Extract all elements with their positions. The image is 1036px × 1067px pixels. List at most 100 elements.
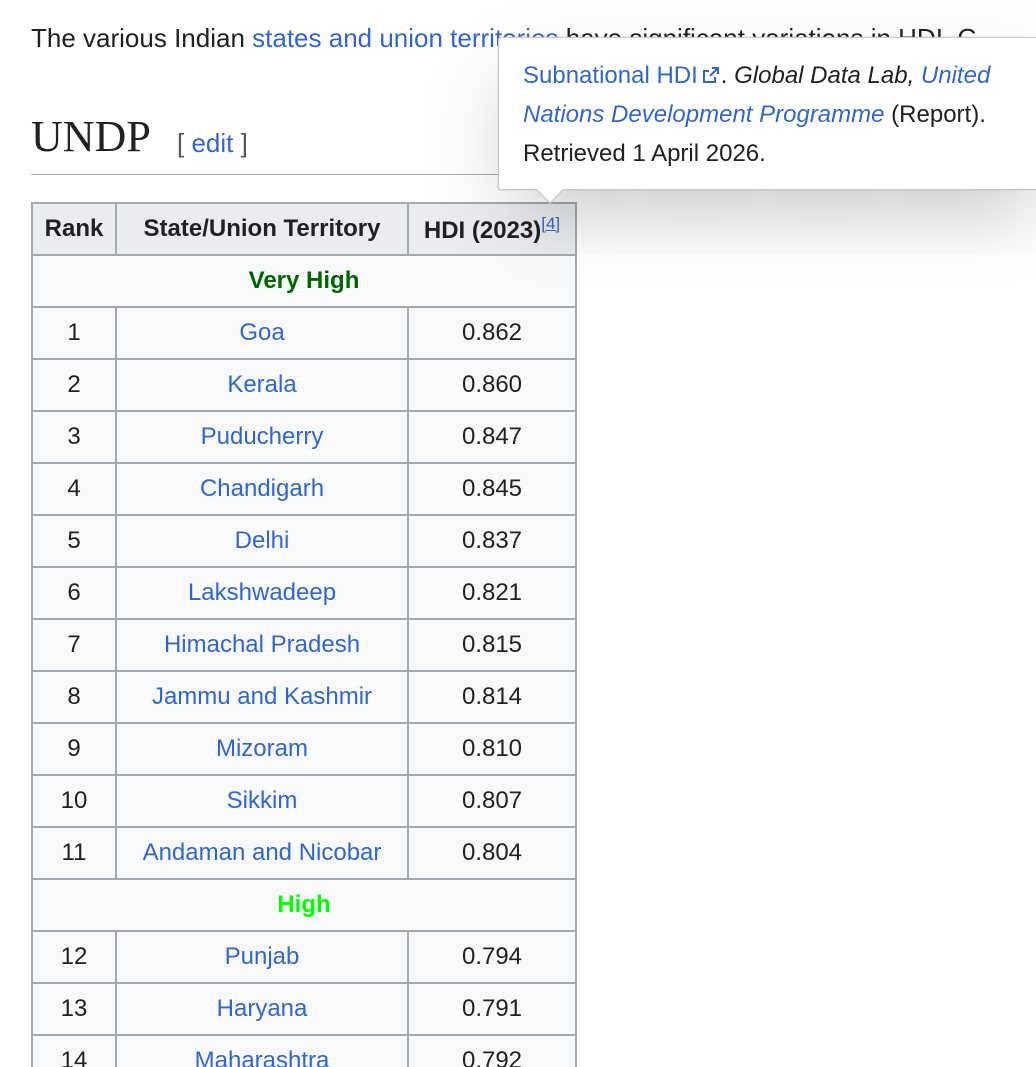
state-link[interactable]: Jammu and Kashmir <box>152 683 372 710</box>
hdi-cell: 0.837 <box>407 514 577 568</box>
section-title: UNDP <box>31 112 151 161</box>
state-link[interactable]: Delhi <box>235 527 290 554</box>
state-cell: Puducherry <box>115 410 409 464</box>
table-row: 13 Haryana 0.791 <box>31 982 577 1036</box>
state-link[interactable]: Punjab <box>225 943 300 970</box>
rank-cell: 8 <box>31 670 117 724</box>
table-row: 9 Mizoram 0.810 <box>31 722 577 776</box>
rank-cell: 4 <box>31 462 117 516</box>
state-cell: Jammu and Kashmir <box>115 670 409 724</box>
state-cell: Lakshwadeep <box>115 566 409 620</box>
rank-cell: 5 <box>31 514 117 568</box>
hdi-cell: 0.847 <box>407 410 577 464</box>
rank-cell: 3 <box>31 410 117 464</box>
table-row: 3 Puducherry 0.847 <box>31 410 577 464</box>
state-link[interactable]: Lakshwadeep <box>188 579 336 606</box>
edit-bracket-close: ] <box>240 128 248 158</box>
state-cell: Andaman and Nicobar <box>115 826 409 880</box>
rank-cell: 7 <box>31 618 117 672</box>
header-hdi-label: HDI (2023) <box>423 216 542 244</box>
reference-4-link[interactable]: [4] <box>541 214 560 233</box>
state-link[interactable]: Mizoram <box>216 735 308 762</box>
undp-link-part-2: Nations Development Programme <box>523 101 885 128</box>
hdi-cell: 0.791 <box>407 982 577 1036</box>
table-row: 7 Himachal Pradesh 0.815 <box>31 618 577 672</box>
table-body: Very High 1 Goa 0.862 2 Kerala 0.860 3 Puducherr… <box>31 254 577 1067</box>
header-state[interactable]: State/Union Territory <box>115 202 409 256</box>
header-hdi[interactable]: HDI (2023)[4] <box>407 202 577 256</box>
tooltip-sep-1: . <box>720 62 735 89</box>
subnational-hdi-link[interactable]: Subnational HDI <box>523 62 721 89</box>
publisher-name: Global Data Lab <box>734 62 908 89</box>
reference-superscript: [4] <box>541 214 560 233</box>
tier-label: High <box>31 878 577 932</box>
hdi-cell: 0.810 <box>407 722 577 776</box>
rank-cell: 13 <box>31 982 117 1036</box>
table-row: 12 Punjab 0.794 <box>31 930 577 984</box>
undp-link-continued[interactable]: Nations Development Programme <box>523 101 885 128</box>
rank-cell: 1 <box>31 306 117 360</box>
edit-section-link[interactable]: edit <box>191 128 233 158</box>
state-link[interactable]: Goa <box>239 319 284 346</box>
state-cell: Haryana <box>115 982 409 1036</box>
rank-cell: 2 <box>31 358 117 412</box>
table-row: 1 Goa 0.862 <box>31 306 577 360</box>
hdi-cell: 0.804 <box>407 826 577 880</box>
tier-row: Very High <box>31 254 577 308</box>
rank-cell: 11 <box>31 826 117 880</box>
tier-row: High <box>31 878 577 932</box>
state-link[interactable]: Himachal Pradesh <box>164 631 360 658</box>
state-cell: Maharashtra <box>115 1034 409 1067</box>
state-link[interactable]: Andaman and Nicobar <box>143 839 382 866</box>
tooltip-line-1: Subnational HDI. Global Data Lab, United <box>523 56 1033 95</box>
state-cell: Punjab <box>115 930 409 984</box>
state-cell: Delhi <box>115 514 409 568</box>
state-link[interactable]: Sikkim <box>227 787 298 814</box>
hdi-cell: 0.845 <box>407 462 577 516</box>
hdi-cell: 0.814 <box>407 670 577 724</box>
hdi-cell: 0.860 <box>407 358 577 412</box>
table-row: 14 Maharashtra 0.792 <box>31 1034 577 1067</box>
table-row: 2 Kerala 0.860 <box>31 358 577 412</box>
hdi-cell: 0.815 <box>407 618 577 672</box>
rank-cell: 6 <box>31 566 117 620</box>
table-row: 10 Sikkim 0.807 <box>31 774 577 828</box>
state-link[interactable]: Haryana <box>217 995 308 1022</box>
tooltip-arrow <box>535 188 565 204</box>
state-cell: Sikkim <box>115 774 409 828</box>
tooltip-line-3: Retrieved 1 April 2026. <box>523 134 1033 173</box>
table-row: 8 Jammu and Kashmir 0.814 <box>31 670 577 724</box>
header-rank[interactable]: Rank <box>31 202 117 256</box>
intro-prefix: The various Indian <box>31 23 253 53</box>
tooltip-sep-2: , <box>907 62 921 89</box>
table-row: 6 Lakshwadeep 0.821 <box>31 566 577 620</box>
state-link[interactable]: Maharashtra <box>195 1047 330 1067</box>
reference-tooltip: Subnational HDI. Global Data Lab, United… <box>498 37 1036 190</box>
state-cell: Chandigarh <box>115 462 409 516</box>
undp-link-part-1: United <box>920 62 991 89</box>
hdi-cell: 0.862 <box>407 306 577 360</box>
state-cell: Himachal Pradesh <box>115 618 409 672</box>
retrieved-date: Retrieved 1 April 2026. <box>523 140 766 167</box>
tooltip-line-2: Nations Development Programme (Report). <box>523 95 1033 134</box>
table-row: 5 Delhi 0.837 <box>31 514 577 568</box>
hdi-table: Rank State/Union Territory HDI (2023)[4]… <box>31 202 577 1067</box>
hdi-cell: 0.821 <box>407 566 577 620</box>
table-row: 11 Andaman and Nicobar 0.804 <box>31 826 577 880</box>
article-page: The various Indian states and union terr… <box>0 0 1036 1067</box>
state-cell: Goa <box>115 306 409 360</box>
rank-cell: 12 <box>31 930 117 984</box>
table-header-row: Rank State/Union Territory HDI (2023)[4] <box>31 202 577 256</box>
state-link[interactable]: Kerala <box>227 371 296 398</box>
edit-bracket-open: [ <box>177 128 185 158</box>
state-link[interactable]: Chandigarh <box>200 475 324 502</box>
hdi-cell: 0.792 <box>407 1034 577 1067</box>
state-link[interactable]: Puducherry <box>201 423 324 450</box>
external-link-icon <box>702 67 719 83</box>
undp-link[interactable]: United <box>921 62 990 89</box>
table-row: 4 Chandigarh 0.845 <box>31 462 577 516</box>
state-cell: Mizoram <box>115 722 409 776</box>
report-label: (Report). <box>884 101 986 128</box>
rank-cell: 10 <box>31 774 117 828</box>
rank-cell: 14 <box>31 1034 117 1067</box>
